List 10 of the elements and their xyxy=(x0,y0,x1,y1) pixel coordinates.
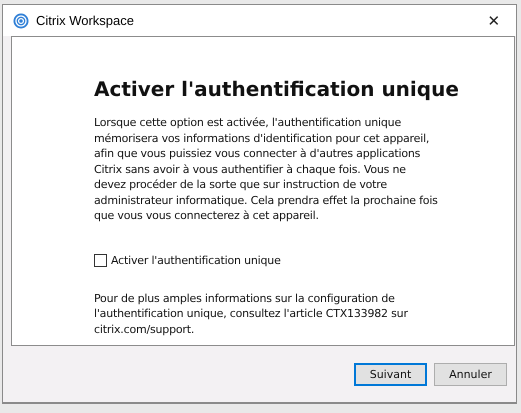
info-text: Pour de plus amples informations sur la configuration de l'authentification unique, consultez l'article CTX133982 sur citrix.com/support. xyxy=(94,290,409,337)
next-button[interactable]: Suivant xyxy=(354,362,427,386)
checkbox[interactable] xyxy=(94,254,107,266)
window-title: Citrix Workspace xyxy=(36,13,136,28)
close-button[interactable]: ✕ xyxy=(472,5,516,36)
dialog-heading: Activer l'authentification unique xyxy=(94,77,460,101)
checkbox-label[interactable]: Activer l'authentification unique xyxy=(111,254,281,266)
app-logo-icon xyxy=(13,12,29,28)
cancel-button[interactable]: Annuler xyxy=(434,362,507,386)
description-text: Lorsque cette option est activée, l'authentification unique mémorisera vos informations d'identification pour cet appareil, afin que vous puissiez vous connecter à d'autres applications Citrix sans avoir à vous authentifier à chaque fois. Vous ne devez procéder de la sorte que sur instruction de votre administrateur informatique. Cela prendra effet la prochaine fois que vous vous connecterez à cet appareil. xyxy=(94,115,439,224)
